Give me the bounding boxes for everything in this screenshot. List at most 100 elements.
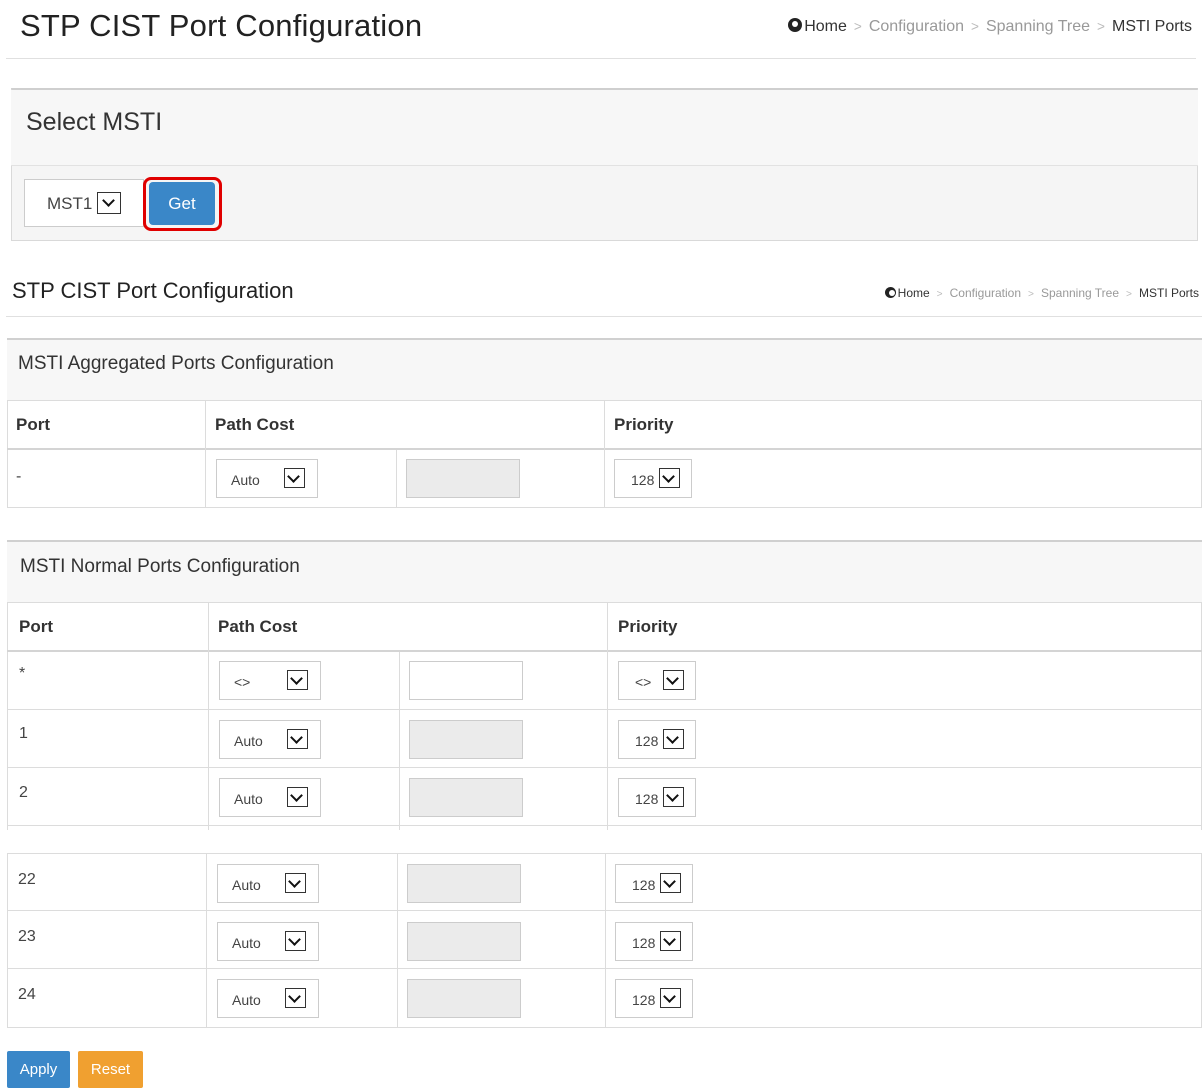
row-divider	[7, 825, 1202, 826]
priority-value: 128	[632, 992, 656, 1008]
path-cost-input[interactable]	[407, 922, 521, 961]
priority-value: <>	[635, 674, 652, 690]
chevron-down-icon[interactable]	[285, 931, 306, 951]
column-header-path-cost: Path Cost	[218, 617, 298, 636]
path-cost-value: Auto	[231, 472, 260, 488]
row-divider	[7, 709, 1202, 710]
priority-value: 128	[631, 472, 655, 488]
chevron-down-icon[interactable]	[659, 468, 680, 488]
path-cost-select[interactable]: Auto	[219, 778, 321, 817]
msti-select-value: MST1	[47, 194, 93, 213]
column-header-priority: Priority	[618, 617, 678, 636]
priority-select[interactable]: 128	[618, 720, 696, 759]
chevron-down-icon[interactable]	[663, 787, 684, 807]
breadcrumb-spanning-tree[interactable]: Spanning Tree	[1041, 286, 1119, 300]
column-divider	[205, 400, 206, 508]
reset-button[interactable]: Reset	[78, 1051, 143, 1088]
path-cost-value: Auto	[232, 877, 261, 893]
priority-value: 128	[635, 733, 659, 749]
priority-select[interactable]: 128	[615, 922, 693, 961]
msti-select[interactable]: MST1	[24, 179, 144, 227]
path-cost-input[interactable]	[406, 459, 520, 498]
chevron-down-icon[interactable]	[97, 192, 121, 214]
home-icon	[884, 287, 896, 298]
port-cell: 23	[18, 928, 36, 945]
path-cost-input[interactable]	[409, 661, 523, 700]
column-divider	[206, 853, 207, 1028]
port-cell: *	[19, 665, 26, 682]
chevron-down-icon[interactable]	[285, 988, 306, 1008]
select-msti-panel-header	[11, 90, 1198, 166]
chevron-down-icon[interactable]	[663, 729, 684, 749]
breadcrumb-separator: >	[1126, 289, 1132, 300]
normal-section-title: MSTI Normal Ports Configuration	[20, 556, 300, 577]
port-cell: -	[16, 468, 22, 485]
path-cost-select[interactable]: Auto	[216, 459, 318, 498]
path-cost-select[interactable]: Auto	[217, 864, 319, 903]
priority-select[interactable]: 128	[615, 979, 693, 1018]
breadcrumb-separator: >	[1097, 19, 1105, 34]
breadcrumb-msti-ports: MSTI Ports	[1111, 18, 1192, 35]
breadcrumb-secondary: Home > Configuration > Spanning Tree > MSTI Po…	[884, 286, 1199, 300]
breadcrumb-configuration[interactable]: Configuration	[869, 18, 964, 35]
column-divider	[397, 853, 398, 1028]
column-divider	[605, 853, 606, 1028]
path-cost-input[interactable]	[407, 864, 521, 903]
path-cost-input[interactable]	[407, 979, 521, 1018]
path-cost-select[interactable]: Auto	[217, 979, 319, 1018]
priority-value: 128	[635, 791, 659, 807]
breadcrumb-separator: >	[971, 19, 979, 34]
path-cost-input[interactable]	[409, 778, 523, 817]
get-button[interactable]: Get	[149, 182, 215, 225]
path-cost-value: Auto	[232, 935, 261, 951]
port-cell: 2	[19, 784, 28, 801]
apply-button[interactable]: Apply	[7, 1051, 70, 1088]
column-divider	[208, 602, 209, 830]
select-msti-title: Select MSTI	[26, 108, 163, 136]
chevron-down-icon[interactable]	[287, 670, 308, 690]
chevron-down-icon[interactable]	[663, 670, 684, 690]
column-divider	[399, 652, 400, 830]
table-header-divider	[7, 650, 1202, 652]
chevron-down-icon[interactable]	[284, 468, 305, 488]
port-cell: 1	[19, 725, 28, 742]
page-title: STP CIST Port Configuration	[20, 8, 423, 43]
breadcrumb: Home > Configuration > Spanning Tree > MSTI Po…	[788, 18, 1192, 36]
priority-select[interactable]: 128	[618, 778, 696, 817]
breadcrumb-home[interactable]: Home	[804, 18, 847, 35]
divider	[6, 58, 1196, 59]
path-cost-value: Auto	[234, 791, 263, 807]
priority-select[interactable]: 128	[614, 459, 692, 498]
home-icon	[788, 18, 803, 32]
chevron-down-icon[interactable]	[287, 729, 308, 749]
column-divider	[607, 602, 608, 830]
column-header-priority: Priority	[614, 415, 674, 434]
chevron-down-icon[interactable]	[287, 787, 308, 807]
port-cell: 22	[18, 871, 36, 888]
path-cost-value: Auto	[234, 733, 263, 749]
breadcrumb-spanning-tree[interactable]: Spanning Tree	[986, 18, 1090, 35]
column-header-port: Port	[16, 415, 50, 434]
chevron-down-icon[interactable]	[660, 873, 681, 893]
chevron-down-icon[interactable]	[660, 988, 681, 1008]
breadcrumb-home[interactable]: Home	[898, 286, 930, 300]
path-cost-select[interactable]: <>	[219, 661, 321, 700]
port-cell: 24	[18, 986, 36, 1003]
path-cost-input[interactable]	[409, 720, 523, 759]
column-header-port: Port	[19, 617, 53, 636]
breadcrumb-configuration[interactable]: Configuration	[950, 286, 1021, 300]
path-cost-select[interactable]: Auto	[217, 922, 319, 961]
divider	[6, 316, 1202, 317]
priority-value: 128	[632, 877, 656, 893]
column-divider	[604, 400, 605, 508]
priority-select[interactable]: <>	[618, 661, 696, 700]
priority-select[interactable]: 128	[615, 864, 693, 903]
chevron-down-icon[interactable]	[660, 931, 681, 951]
path-cost-select[interactable]: Auto	[219, 720, 321, 759]
priority-value: 128	[632, 935, 656, 951]
breadcrumb-separator: >	[1028, 289, 1034, 300]
chevron-down-icon[interactable]	[285, 873, 306, 893]
row-divider	[7, 767, 1202, 768]
column-divider	[396, 450, 397, 508]
breadcrumb-separator: >	[936, 289, 943, 300]
